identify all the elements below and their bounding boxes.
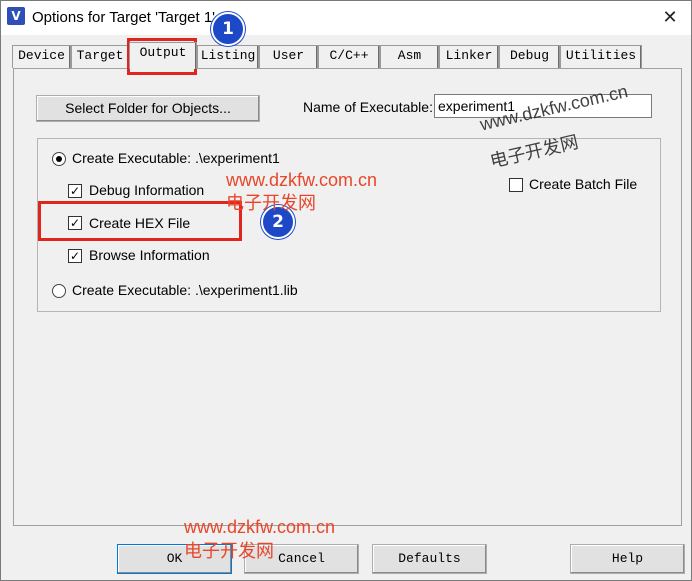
browse-information-checkbox[interactable]: ✓ xyxy=(68,249,82,263)
watermark-name: 电子开发网 xyxy=(226,193,316,213)
create-batch-file-checkbox[interactable] xyxy=(509,178,523,192)
debug-information-checkbox[interactable]: ✓ xyxy=(68,184,82,198)
tab-asm[interactable]: Asm xyxy=(380,45,439,68)
watermark-url-bottom: www.dzkfw.com.cn xyxy=(184,517,336,537)
window-title: Options for Target 'Target 1' xyxy=(32,9,216,26)
create-executable-label: Create Executable: .\experiment1 xyxy=(72,150,280,166)
defaults-button[interactable]: Defaults xyxy=(372,544,487,574)
tab-output[interactable]: Output xyxy=(129,42,197,69)
tab-utilities[interactable]: Utilities xyxy=(560,45,642,68)
select-folder-button[interactable]: Select Folder for Objects... xyxy=(36,95,260,122)
create-executable-radio[interactable] xyxy=(52,152,66,166)
close-icon[interactable]: ✕ xyxy=(655,5,685,31)
hex-file-highlight xyxy=(38,201,242,241)
tab-linker[interactable]: Linker xyxy=(439,45,499,68)
watermark-name-bottom: 电子开发网 xyxy=(184,541,274,561)
tab-c-cpp[interactable]: C/C++ xyxy=(318,45,380,68)
name-of-executable-label: Name of Executable: xyxy=(303,99,433,115)
help-button[interactable]: Help xyxy=(570,544,685,574)
step-1-badge: 1 xyxy=(211,12,245,46)
tab-target[interactable]: Target xyxy=(71,45,129,68)
watermark-url: www.dzkfw.com.cn xyxy=(226,170,378,190)
create-batch-file-label: Create Batch File xyxy=(529,176,638,192)
create-library-radio[interactable] xyxy=(52,284,66,298)
keil-uv-icon: V xyxy=(7,7,25,25)
title-bar: V Options for Target 'Target 1' ✕ xyxy=(1,1,691,35)
tab-user[interactable]: User xyxy=(259,45,318,68)
options-dialog: V Options for Target 'Target 1' ✕ Device… xyxy=(0,0,692,581)
browse-information-label: Browse Information xyxy=(89,247,210,263)
tab-device[interactable]: Device xyxy=(12,45,71,68)
tab-debug[interactable]: Debug xyxy=(499,45,560,68)
create-library-label: Create Executable: .\experiment1.lib xyxy=(72,282,298,298)
debug-information-label: Debug Information xyxy=(89,182,205,198)
output-panel: Select Folder for Objects... Name of Exe… xyxy=(13,68,682,526)
tab-listing[interactable]: Listing xyxy=(197,45,259,68)
